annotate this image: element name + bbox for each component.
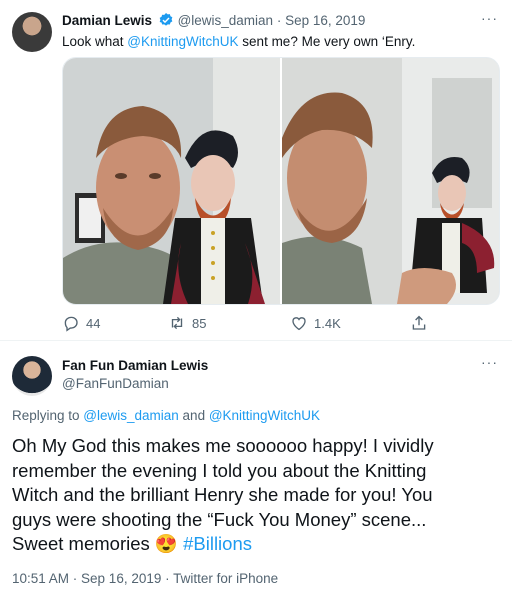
retweet-action[interactable]: 85 xyxy=(168,314,206,332)
hashtag-link[interactable]: #Billions xyxy=(178,533,252,554)
author-handle[interactable]: @lewis_damian xyxy=(178,13,274,28)
reply-text-line: Oh My God this makes me soooooo happy! I… xyxy=(12,435,434,456)
tweet-header: Damian Lewis @lewis_damian · Sep 16, 201… xyxy=(62,12,365,32)
photo-left[interactable] xyxy=(63,58,280,304)
tweet-divider xyxy=(0,340,512,341)
tweet-more-button[interactable]: ··· xyxy=(481,10,498,26)
like-count: 1.4K xyxy=(314,315,341,331)
tweet-text: Look what @KnittingWitchUK sent me? Me v… xyxy=(62,34,416,49)
like-action[interactable]: 1.4K xyxy=(290,314,341,332)
reply-action[interactable]: 44 xyxy=(62,314,100,332)
reply-author-name[interactable]: Fan Fun Damian Lewis xyxy=(62,358,208,373)
reply-timestamp[interactable]: 10:51 AM · Sep 16, 2019 · Twitter for iP… xyxy=(12,571,278,586)
verified-badge-icon xyxy=(158,12,174,32)
reply-text: Oh My God this makes me soooooo happy! I… xyxy=(12,434,434,557)
author-name[interactable]: Damian Lewis xyxy=(62,13,152,28)
reply-text-line: remember the evening I told you about th… xyxy=(12,459,427,481)
reply-count: 44 xyxy=(86,315,101,331)
header-separator: · xyxy=(276,13,282,28)
reply-icon xyxy=(64,316,78,332)
heart-icon xyxy=(292,317,306,331)
photo-right[interactable] xyxy=(282,58,499,304)
share-icon xyxy=(412,315,426,330)
replying-to: Replying to @lewis_damian and @KnittingW… xyxy=(12,408,321,423)
reply-author-handle[interactable]: @FanFunDamian xyxy=(62,376,169,391)
replying-user-link-2[interactable]: @KnittingWitchUK xyxy=(209,408,320,423)
reply-author-avatar[interactable] xyxy=(12,356,52,396)
tweet-date[interactable]: Sep 16, 2019 xyxy=(285,13,365,28)
reply-more-button[interactable]: ··· xyxy=(481,354,498,370)
media-container xyxy=(62,57,500,305)
reply-text-line: guys were shooting the “Fuck You Money” … xyxy=(12,508,427,530)
mention-link[interactable]: @KnittingWitchUK xyxy=(127,34,238,49)
reply-text-line: Witch and the brilliant Henry she made f… xyxy=(12,484,433,505)
retweet-count: 85 xyxy=(192,315,207,331)
reply-text-line: Sweet memories 😍 #Billions xyxy=(12,533,252,554)
share-action[interactable] xyxy=(410,314,428,332)
author-avatar[interactable] xyxy=(12,12,52,52)
heart-eyes-emoji-icon: 😍 xyxy=(154,533,178,554)
replying-user-link-1[interactable]: @lewis_damian xyxy=(83,408,179,423)
retweet-icon xyxy=(171,316,183,330)
